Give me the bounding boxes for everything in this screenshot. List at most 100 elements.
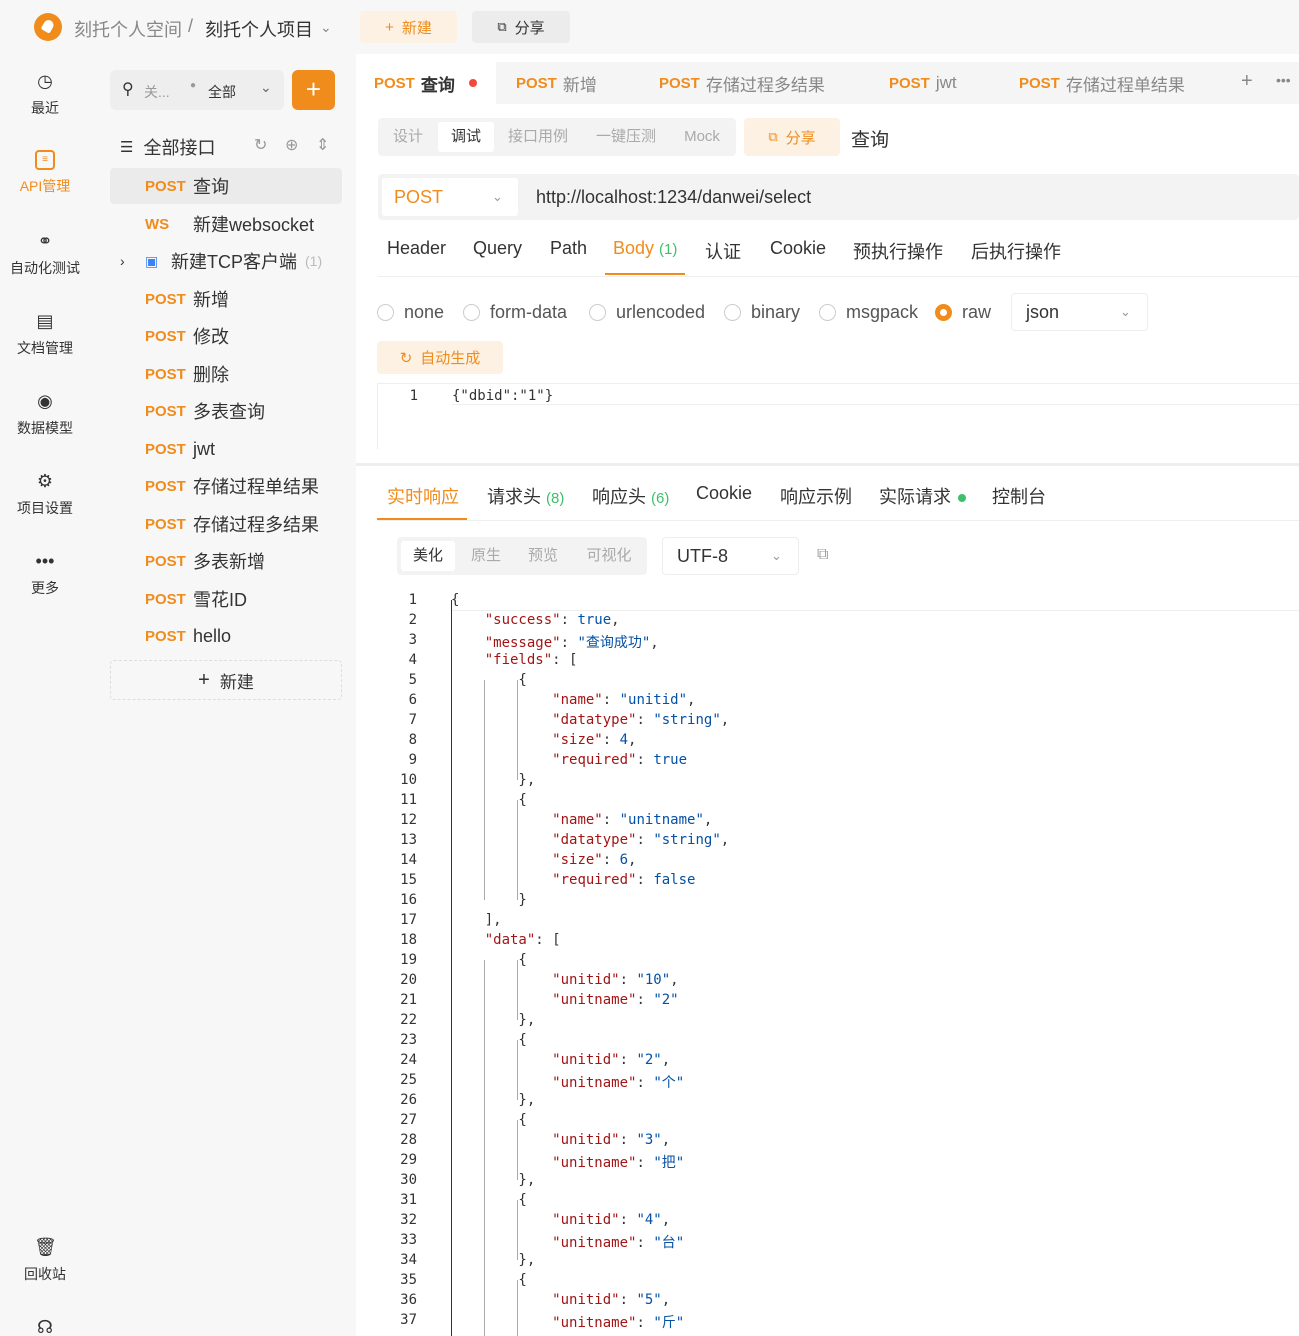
raw-format-select[interactable]: json ⌄ [1011,293,1148,331]
new-api-button[interactable]: + 新建 [110,660,342,700]
radio-none[interactable]: none [377,302,444,323]
tab-more-icon[interactable]: ••• [1276,72,1291,88]
req-tab-pre-script[interactable]: 预执行操作 [853,238,943,264]
search-box[interactable]: ⚲ 关... ● 全部 ⌄ [110,70,284,110]
line-number: 35 [400,1272,417,1288]
api-item-multi-query[interactable]: POST 多表查询 [110,393,342,429]
view-preview[interactable]: 预览 [515,541,571,571]
search-input[interactable]: 关... [144,82,170,102]
tree-title[interactable]: 全部接口 [143,134,215,160]
radio-raw[interactable]: raw [935,302,991,323]
share-button[interactable]: ⧉ 分享 [472,11,570,43]
api-item-edit[interactable]: POST 修改 [110,318,342,354]
rail-item-api[interactable]: ≡ API管理 [0,150,90,196]
tab-name: 存储过程单结果 [1065,75,1185,95]
tab-proc-single[interactable]: POST 存储过程单结果 [1019,62,1185,104]
view-raw[interactable]: 原生 [459,541,513,571]
rail-item-automation[interactable]: ⚭ 自动化测试 [0,230,90,278]
tab-debug[interactable]: 调试 [438,122,494,152]
sort-icon[interactable]: ⇕ [316,135,329,155]
req-tab-cookie[interactable]: Cookie [770,238,826,259]
splitter[interactable] [356,463,1299,466]
new-tab-plus-icon[interactable]: + [1241,70,1253,93]
code-line: "required": false [552,872,696,888]
rail-item-docs[interactable]: ▤ 文档管理 [0,310,90,358]
resp-tab-example[interactable]: 响应示例 [780,483,852,509]
tab-proc-multi[interactable]: POST 存储过程多结果 [659,62,825,104]
rail-item-recent[interactable]: ◷ 最近 [0,70,90,118]
breadcrumb-workspace[interactable]: 刻托个人空间 [74,16,182,42]
api-item-delete[interactable]: POST 删除 [110,356,342,392]
resp-tab-req-headers[interactable]: 请求头 (8) [487,483,564,509]
line-number: 36 [400,1292,417,1308]
auto-generate-button[interactable]: ↻ 自动生成 [377,341,503,374]
req-tab-header[interactable]: Header [387,238,446,259]
method-badge: POST [145,365,186,383]
api-item-add[interactable]: POST 新增 [110,281,342,317]
copy-icon[interactable]: ⧉ [817,546,828,564]
api-item-query[interactable]: POST 查询 [110,168,342,204]
resp-tab-actual-request[interactable]: 实际请求 [879,483,967,509]
chevron-down-icon: ⌄ [1120,304,1131,319]
api-name: 删除 [193,365,229,385]
api-item-proc-multi[interactable]: POST 存储过程多结果 [110,506,342,542]
rail-item-more[interactable]: ••• 更多 [0,550,90,598]
rail-item-settings[interactable]: ⚙ 项目设置 [0,470,90,518]
radio-urlencoded[interactable]: urlencoded [589,302,705,323]
chevron-right-icon[interactable]: › [120,253,145,269]
rail-item-trash[interactable]: 🗑 回收站 [0,1236,90,1284]
body-editor[interactable]: 1 {"dbid":"1"} [377,383,1299,449]
radio-msgpack[interactable]: msgpack [819,302,918,323]
radio-binary[interactable]: binary [724,302,800,323]
filter-select[interactable]: 全部 [208,82,236,102]
api-item-jwt[interactable]: POST jwt [110,431,342,467]
url-input[interactable]: http://localhost:1234/danwei/select [536,187,811,208]
req-tab-auth[interactable]: 认证 [705,238,741,264]
resp-tab-live[interactable]: 实时响应 [387,483,459,509]
add-api-button[interactable]: + [292,70,335,110]
api-item-multi-add[interactable]: POST 多表新增 [110,543,342,579]
api-name: 修改 [193,327,229,347]
rail-item-data-model[interactable]: ◉ 数据模型 [0,390,90,438]
body-text[interactable]: {"dbid":"1"} [452,388,553,404]
view-pretty[interactable]: 美化 [401,541,455,571]
req-tab-post-script[interactable]: 后执行操作 [971,238,1061,264]
tab-cases[interactable]: 接口用例 [502,122,574,152]
api-icon: ≡ [35,150,55,170]
tab-jwt[interactable]: POST jwt [889,62,957,104]
api-item-tcp-client[interactable]: › ▣ 新建TCP客户端 (1) [110,243,342,279]
rail-item-support[interactable]: ☊ [0,1316,90,1336]
response-editor[interactable]: 1 {2 "success": true, 3 "message": "查询成功",… [377,590,1299,1336]
resp-tab-cookie[interactable]: Cookie [696,483,752,504]
resp-tab-console[interactable]: 控制台 [992,483,1046,509]
req-tab-query[interactable]: Query [473,238,522,259]
code-line: "success": true, [484,612,620,628]
api-item-snowflake[interactable]: POST 雪花ID [110,581,342,617]
req-tab-path[interactable]: Path [550,238,587,259]
resp-tab-label: 请求头 [487,487,541,507]
chevron-down-icon[interactable]: ⌄ [320,19,332,36]
api-item-hello[interactable]: POST hello [110,618,342,654]
rail-label: API管理 [19,178,71,194]
tab-add[interactable]: POST 新增 [516,62,597,104]
req-tab-body[interactable]: Body (1) [613,238,677,259]
radio-form-data[interactable]: form-data [463,302,567,323]
resp-tab-resp-headers[interactable]: 响应头 (6) [592,483,669,509]
api-name: 多表新增 [193,552,265,572]
share-api-button[interactable]: ⧉ 分享 [744,118,840,156]
locate-icon[interactable]: ⊕ [285,135,298,155]
line-number: 19 [400,952,417,968]
view-visualize[interactable]: 可视化 [577,541,641,571]
encoding-select[interactable]: UTF-8 ⌄ [662,537,799,575]
tab-query[interactable]: POST 查询 [356,62,496,104]
tab-mock[interactable]: Mock [674,122,730,152]
api-title[interactable]: 查询 [851,125,889,152]
api-item-proc-single[interactable]: POST 存储过程单结果 [110,468,342,504]
breadcrumb-project[interactable]: 刻托个人项目 [205,16,313,42]
api-item-websocket[interactable]: WS 新建websocket [110,206,342,242]
tab-design[interactable]: 设计 [382,122,434,152]
method-select[interactable]: POST ⌄ [382,178,518,216]
tab-load-test[interactable]: 一键压测 [588,122,664,152]
refresh-icon[interactable]: ↻ [254,135,267,155]
new-button[interactable]: + 新建 [360,11,457,43]
